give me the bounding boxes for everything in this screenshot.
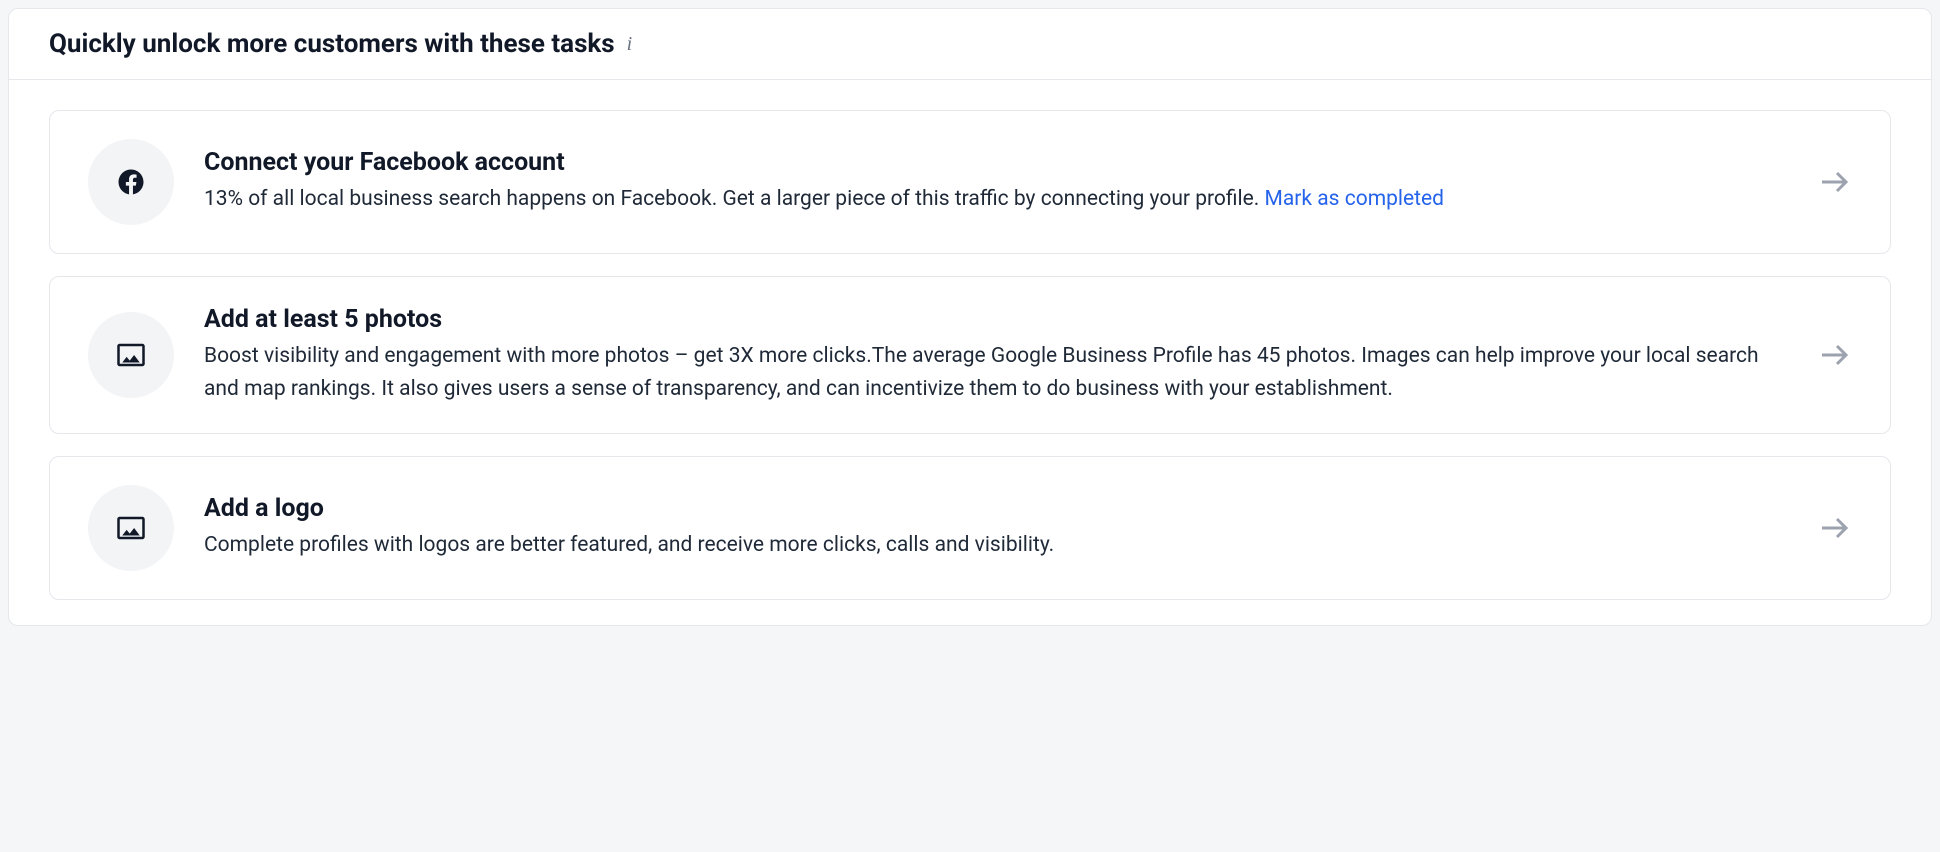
arrow-right-icon — [1816, 164, 1852, 200]
panel-header: Quickly unlock more customers with these… — [9, 9, 1931, 80]
tasks-panel: Quickly unlock more customers with these… — [8, 8, 1932, 626]
task-description: 13% of all local business search happens… — [204, 183, 1786, 216]
task-arrow[interactable] — [1816, 164, 1852, 200]
task-description-text: Boost visibility and engagement with mor… — [204, 344, 1759, 401]
task-icon-wrap — [88, 312, 174, 398]
task-description: Complete profiles with logos are better … — [204, 529, 1786, 562]
task-body: Add at least 5 photos Boost visibility a… — [204, 305, 1786, 405]
task-arrow[interactable] — [1816, 337, 1852, 373]
task-card-connect-facebook[interactable]: Connect your Facebook account 13% of all… — [49, 110, 1891, 254]
task-list: Connect your Facebook account 13% of all… — [9, 80, 1931, 625]
panel-title: Quickly unlock more customers with these… — [49, 29, 615, 59]
task-description-text: 13% of all local business search happens… — [204, 187, 1265, 211]
task-body: Connect your Facebook account 13% of all… — [204, 148, 1786, 216]
task-icon-wrap — [88, 485, 174, 571]
image-icon — [116, 513, 146, 543]
arrow-right-icon — [1816, 510, 1852, 546]
task-description: Boost visibility and engagement with mor… — [204, 340, 1786, 405]
task-card-add-photos[interactable]: Add at least 5 photos Boost visibility a… — [49, 276, 1891, 434]
info-icon[interactable]: i — [627, 34, 633, 54]
task-description-text: Complete profiles with logos are better … — [204, 533, 1054, 557]
task-body: Add a logo Complete profiles with logos … — [204, 494, 1786, 562]
facebook-icon — [116, 167, 146, 197]
arrow-right-icon — [1816, 337, 1852, 373]
task-icon-wrap — [88, 139, 174, 225]
task-title: Add a logo — [204, 494, 1786, 523]
task-title: Connect your Facebook account — [204, 148, 1786, 177]
image-icon — [116, 340, 146, 370]
mark-completed-link[interactable]: Mark as completed — [1265, 187, 1444, 211]
task-title: Add at least 5 photos — [204, 305, 1786, 334]
task-arrow[interactable] — [1816, 510, 1852, 546]
task-card-add-logo[interactable]: Add a logo Complete profiles with logos … — [49, 456, 1891, 600]
